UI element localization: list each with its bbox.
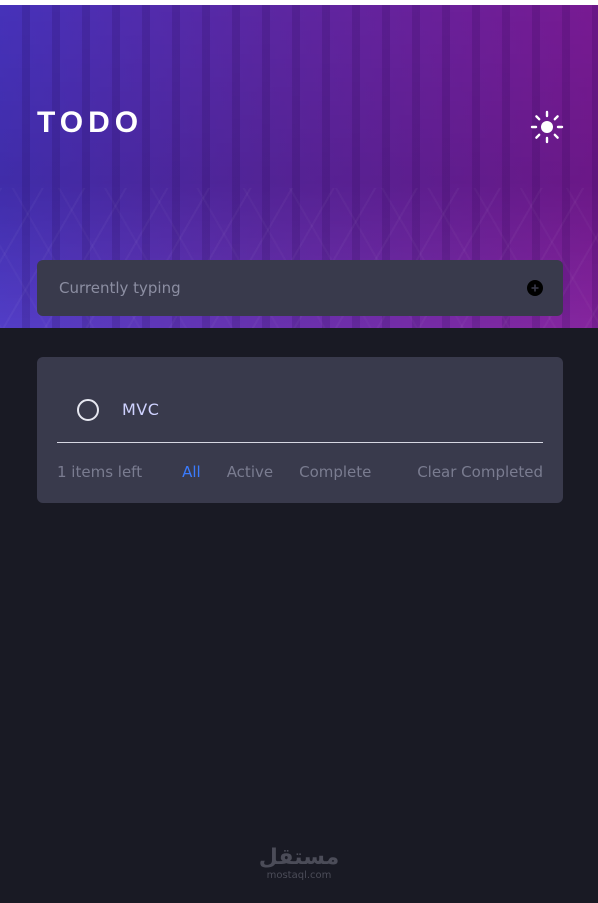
plus-circle-icon (527, 280, 543, 296)
new-todo-bar (37, 260, 563, 316)
todo-footer: 1 items left All Active Complete Clear C… (57, 457, 543, 487)
todo-item[interactable]: MVC (57, 377, 543, 443)
watermark-arabic: مستقل (258, 845, 340, 870)
todo-list-card: MVC 1 items left All Active Complete Cle… (37, 357, 563, 503)
todo-text: MVC (122, 400, 160, 419)
filter-active[interactable]: Active (227, 463, 273, 481)
sun-icon (530, 110, 564, 144)
watermark: مستقل mostaql.com (0, 846, 598, 882)
new-todo-input[interactable] (57, 278, 525, 298)
theme-toggle-button[interactable] (528, 108, 566, 146)
todo-checkbox[interactable] (77, 398, 99, 421)
filter-tabs: All Active Complete (182, 463, 371, 481)
filter-complete[interactable]: Complete (299, 463, 371, 481)
app-title: TODO (37, 106, 144, 139)
filter-all[interactable]: All (182, 463, 201, 481)
watermark-latin: mostaql.com (266, 870, 332, 881)
add-todo-button[interactable] (525, 278, 545, 298)
clear-completed-button[interactable]: Clear Completed (417, 463, 543, 481)
items-left-count: 1 items left (57, 463, 143, 481)
